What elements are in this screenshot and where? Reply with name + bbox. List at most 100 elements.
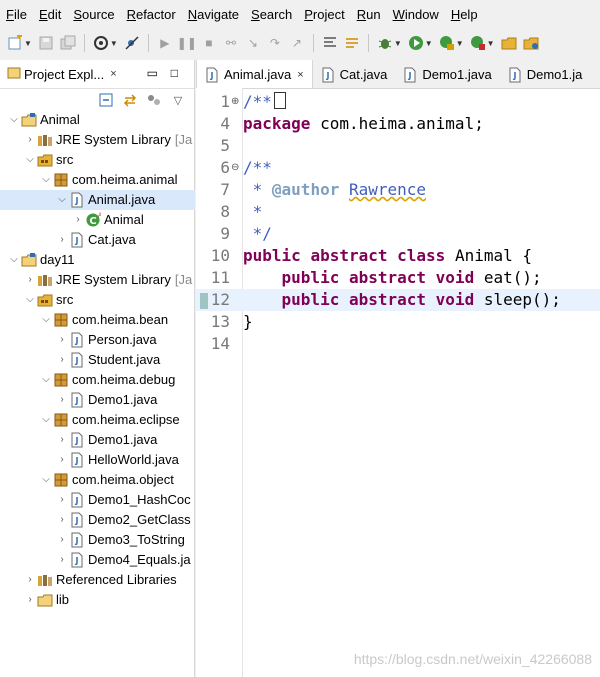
chevron-down-icon[interactable]: ⌵ bbox=[40, 170, 52, 190]
editor-tab[interactable]: Demo1.ja bbox=[500, 61, 591, 88]
chevron-right-icon[interactable]: › bbox=[24, 570, 36, 590]
tree-item[interactable]: › Demo2_GetClass bbox=[0, 510, 195, 530]
expand-fold-icon[interactable]: ⊕ bbox=[231, 91, 239, 113]
chevron-right-icon[interactable]: › bbox=[56, 550, 68, 570]
terminate-icon[interactable]: ■ bbox=[201, 35, 217, 51]
code-line[interactable]: 14 bbox=[196, 333, 600, 355]
external-tools-icon[interactable] bbox=[470, 35, 486, 51]
tree-item[interactable]: › Demo1.java bbox=[0, 430, 195, 450]
link-with-editor-icon[interactable] bbox=[122, 92, 138, 108]
new-dropdown-icon[interactable]: ▼ bbox=[24, 39, 32, 48]
close-icon[interactable]: × bbox=[297, 69, 303, 81]
code-line[interactable]: 12 public abstract void sleep(); bbox=[196, 289, 600, 311]
chevron-right-icon[interactable]: › bbox=[56, 510, 68, 530]
external-tools-dropdown-icon[interactable]: ▼ bbox=[487, 39, 495, 48]
chevron-right-icon[interactable]: › bbox=[56, 390, 68, 410]
menu-project[interactable]: Project bbox=[298, 4, 350, 26]
tree-item[interactable]: › lib bbox=[0, 590, 195, 610]
code-line[interactable]: 5 bbox=[196, 135, 600, 157]
coverage-icon[interactable] bbox=[439, 35, 455, 51]
tree-item[interactable]: ⌵ com.heima.eclipse bbox=[0, 410, 195, 430]
tree-item[interactable]: › Demo1.java bbox=[0, 390, 195, 410]
tab-project-explorer[interactable]: Project Expl... × bbox=[0, 60, 121, 88]
skip-breakpoints-icon[interactable] bbox=[124, 35, 140, 51]
tree-item[interactable]: ⌵ com.heima.animal bbox=[0, 170, 195, 190]
menu-navigate[interactable]: Navigate bbox=[182, 4, 245, 26]
new-icon[interactable] bbox=[7, 35, 23, 51]
code-line[interactable]: 1 ⊕/** bbox=[196, 91, 600, 113]
editor-tab[interactable]: Cat.java bbox=[313, 61, 396, 88]
chevron-right-icon[interactable]: › bbox=[24, 130, 36, 150]
tree-item[interactable]: › Person.java bbox=[0, 330, 195, 350]
code-line[interactable]: 11 public abstract void eat(); bbox=[196, 267, 600, 289]
chevron-right-icon[interactable]: › bbox=[56, 230, 68, 250]
editor-tab[interactable]: Animal.java × bbox=[196, 60, 313, 88]
minimize-icon[interactable]: ▭ bbox=[147, 66, 158, 80]
run-dropdown-icon[interactable]: ▼ bbox=[425, 39, 433, 48]
editor-tab[interactable]: Demo1.java bbox=[395, 61, 499, 88]
debug-dropdown-icon[interactable]: ▼ bbox=[394, 39, 402, 48]
new-java-package-icon[interactable] bbox=[501, 35, 517, 51]
debug-icon[interactable] bbox=[377, 35, 393, 51]
collapse-fold-icon[interactable]: ⊖ bbox=[231, 157, 239, 179]
code-line[interactable]: 9 */ bbox=[196, 223, 600, 245]
save-all-icon[interactable] bbox=[60, 35, 76, 51]
tree-item[interactable]: ⌵ com.heima.debug bbox=[0, 370, 195, 390]
toggle-comment-icon[interactable] bbox=[322, 35, 338, 51]
tree-item[interactable]: › Cat.java bbox=[0, 230, 195, 250]
chevron-right-icon[interactable]: › bbox=[56, 450, 68, 470]
step-over-icon[interactable]: ↷ bbox=[267, 35, 283, 51]
tree-item[interactable]: › Referenced Libraries bbox=[0, 570, 195, 590]
tree-item[interactable]: › Demo4_Equals.ja bbox=[0, 550, 195, 570]
tree-item[interactable]: › Demo3_ToString bbox=[0, 530, 195, 550]
disconnect-icon[interactable]: ⚯ bbox=[223, 35, 239, 51]
menu-edit[interactable]: Edit bbox=[33, 4, 67, 26]
chevron-down-icon[interactable]: ⌵ bbox=[40, 470, 52, 490]
tree-item[interactable]: ⌵ src bbox=[0, 150, 195, 170]
chevron-down-icon[interactable]: ⌵ bbox=[56, 190, 68, 210]
code-editor[interactable]: 1 ⊕/** 4 package com.heima.animal; 5 6 ⊖/** 7 *… bbox=[196, 88, 600, 677]
chevron-right-icon[interactable]: › bbox=[56, 350, 68, 370]
tree-item[interactable]: ⌵ com.heima.bean bbox=[0, 310, 195, 330]
suspend-icon[interactable]: ❚❚ bbox=[177, 35, 197, 51]
chevron-down-icon[interactable]: ⌵ bbox=[40, 370, 52, 390]
menu-run[interactable]: Run bbox=[351, 4, 387, 26]
step-return-icon[interactable]: ↗ bbox=[289, 35, 305, 51]
focus-icon[interactable] bbox=[146, 92, 162, 108]
save-icon[interactable] bbox=[38, 35, 54, 51]
chevron-down-icon[interactable]: ⌵ bbox=[24, 290, 36, 310]
menu-window[interactable]: Window bbox=[387, 4, 445, 26]
code-line[interactable]: 4 package com.heima.animal; bbox=[196, 113, 600, 135]
resume-icon[interactable]: ▶ bbox=[157, 35, 173, 51]
tree-item[interactable]: › Student.java bbox=[0, 350, 195, 370]
menu-search[interactable]: Search bbox=[245, 4, 298, 26]
step-into-icon[interactable]: ↘ bbox=[245, 35, 261, 51]
coverage-dropdown-icon[interactable]: ▼ bbox=[456, 39, 464, 48]
chevron-right-icon[interactable]: › bbox=[56, 430, 68, 450]
run-icon[interactable] bbox=[408, 35, 424, 51]
menu-help[interactable]: Help bbox=[445, 4, 484, 26]
chevron-down-icon[interactable]: ⌵ bbox=[8, 110, 20, 130]
code-line[interactable]: 13} bbox=[196, 311, 600, 333]
code-line[interactable]: 10 public abstract class Animal { bbox=[196, 245, 600, 267]
maximize-icon[interactable]: □ bbox=[171, 66, 178, 80]
tree-item[interactable]: ⌵ com.heima.object bbox=[0, 470, 195, 490]
folded-comment-marker[interactable] bbox=[273, 92, 286, 109]
menu-file[interactable]: File bbox=[0, 4, 33, 26]
new-java-class-icon[interactable] bbox=[523, 35, 539, 51]
tree-item[interactable]: ⌵ Animal.java bbox=[0, 190, 195, 210]
tree-item[interactable]: › JRE System Library [Ja bbox=[0, 130, 195, 150]
tree-item[interactable]: ⌵ day11 bbox=[0, 250, 195, 270]
close-icon[interactable]: × bbox=[110, 68, 116, 80]
code-line[interactable]: 8 * bbox=[196, 201, 600, 223]
menu-refactor[interactable]: Refactor bbox=[121, 4, 182, 26]
chevron-right-icon[interactable]: › bbox=[24, 590, 36, 610]
tree-item[interactable]: › C A Animal bbox=[0, 210, 195, 230]
menu-source[interactable]: Source bbox=[67, 4, 120, 26]
chevron-right-icon[interactable]: › bbox=[56, 490, 68, 510]
view-menu-icon[interactable]: ▽ bbox=[170, 92, 186, 108]
chevron-right-icon[interactable]: › bbox=[56, 330, 68, 350]
open-task-icon[interactable] bbox=[344, 35, 360, 51]
tree-item[interactable]: › JRE System Library [Ja bbox=[0, 270, 195, 290]
tree-item[interactable]: ⌵ src bbox=[0, 290, 195, 310]
